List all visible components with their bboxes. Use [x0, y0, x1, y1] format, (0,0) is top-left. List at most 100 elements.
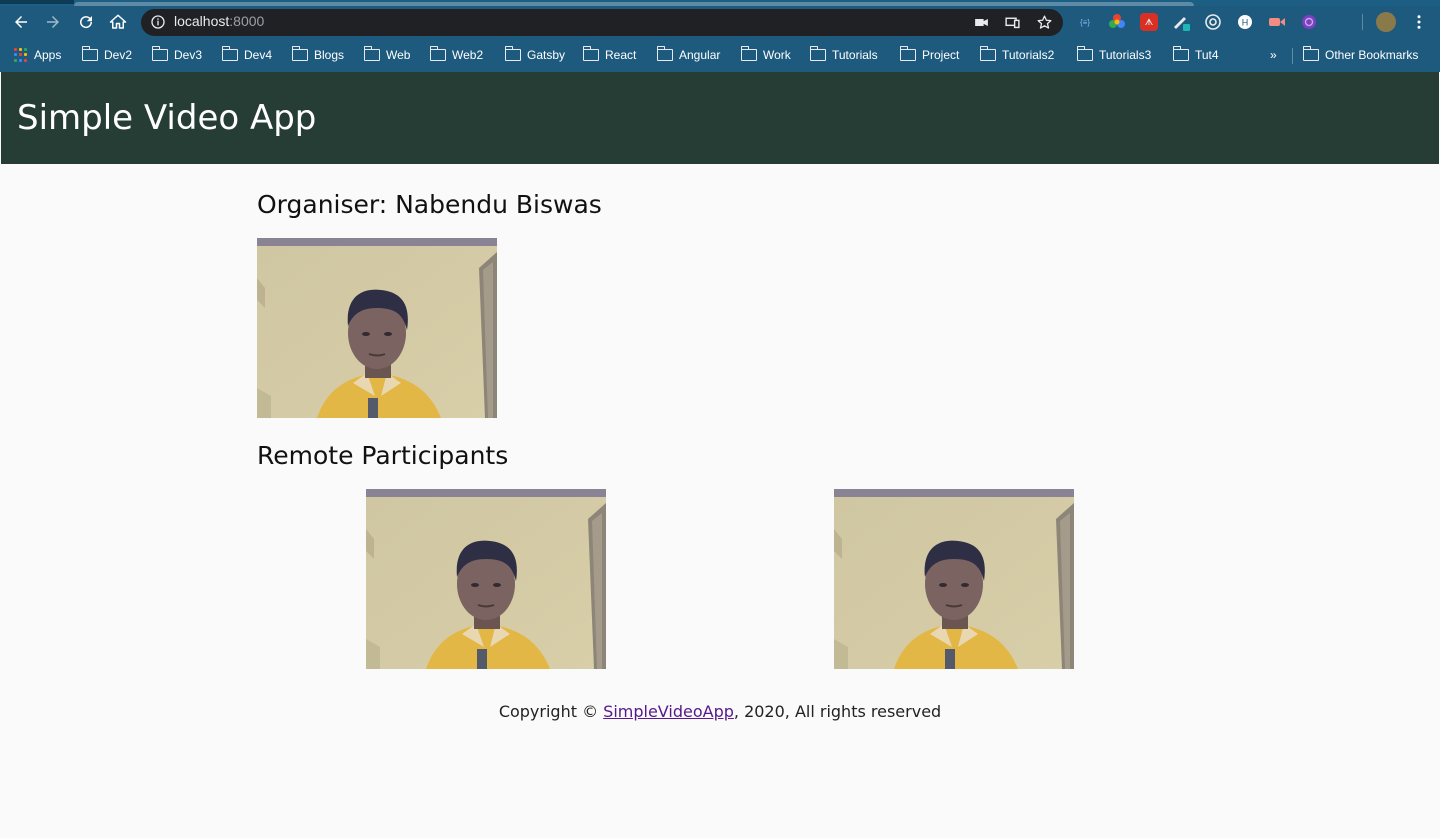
- organiser-heading: Organiser: Nabendu Biswas: [257, 190, 602, 219]
- folder-icon: [1302, 46, 1319, 61]
- bookmark-project[interactable]: Project: [899, 45, 960, 65]
- apps-grid-icon: [14, 48, 28, 62]
- bookmark-label: Tutorials: [832, 48, 878, 62]
- bookmark-label: Web2: [452, 48, 484, 62]
- folder-icon: [740, 46, 757, 61]
- bookmark-label: Work: [763, 48, 791, 62]
- overflow-label: »: [1270, 48, 1277, 62]
- folder-icon: [504, 46, 521, 61]
- redux-extension-icon[interactable]: [1300, 13, 1318, 31]
- bookmark-tutorials[interactable]: Tutorials: [809, 45, 878, 65]
- bookmark-tutorials3[interactable]: Tutorials3: [1076, 45, 1152, 65]
- toolbar-divider: [1362, 14, 1363, 30]
- pen-extension-icon[interactable]: [1172, 13, 1190, 31]
- folder-icon: [656, 46, 673, 61]
- folder-icon: [151, 46, 168, 61]
- folder-icon: [979, 46, 996, 61]
- video-extension-icon[interactable]: [1268, 13, 1286, 31]
- folder-icon: [899, 46, 916, 61]
- camera-icon[interactable]: [973, 14, 990, 31]
- folder-icon: [1076, 46, 1093, 61]
- url-text[interactable]: localhost:8000: [174, 13, 264, 29]
- reload-button[interactable]: [73, 9, 99, 35]
- bookmark-label: Web: [386, 48, 411, 62]
- folder-icon: [291, 46, 308, 61]
- folder-icon: [429, 46, 446, 61]
- home-icon: [109, 14, 127, 29]
- copyright-prefix: Copyright ©: [498, 702, 604, 721]
- copyright-suffix: , 2020, All rights reserved: [733, 702, 942, 721]
- bookmark-gatsby[interactable]: Gatsby: [504, 45, 566, 65]
- svg-text:H: H: [1242, 18, 1249, 28]
- other-bookmarks-button[interactable]: Other Bookmarks: [1302, 45, 1419, 65]
- bookmark-web[interactable]: Web: [363, 45, 411, 65]
- back-button[interactable]: [8, 9, 34, 35]
- target-extension-icon[interactable]: [1204, 13, 1222, 31]
- folder-icon: [809, 46, 826, 61]
- bookmark-angular[interactable]: Angular: [656, 45, 721, 65]
- json-extension-icon[interactable]: {≡}: [1076, 13, 1094, 31]
- remote-participants-heading: Remote Participants: [257, 441, 509, 470]
- menu-button[interactable]: [1406, 9, 1432, 35]
- url-port: :8000: [229, 13, 265, 29]
- bookmarks-divider: [1292, 48, 1293, 64]
- app-header: Simple Video App: [1, 72, 1439, 164]
- bookmark-label: Dev4: [244, 48, 273, 62]
- participant-video[interactable]: [366, 489, 606, 669]
- arrow-right-icon: [47, 16, 59, 28]
- folder-icon: [363, 46, 380, 61]
- bookmark-work[interactable]: Work: [740, 45, 791, 65]
- bookmark-label: Apps: [34, 48, 62, 62]
- kebab-menu-icon: [1417, 15, 1421, 29]
- bookmark-blogs[interactable]: Blogs: [291, 45, 345, 65]
- webcam-frame: [257, 238, 497, 418]
- bookmark-web2[interactable]: Web2: [429, 45, 484, 65]
- bookmark-tut4[interactable]: Tut4: [1172, 45, 1219, 65]
- bookmark-label: React: [605, 48, 637, 62]
- bookmark-dev3[interactable]: Dev3: [151, 45, 203, 65]
- color-picker-extension-icon[interactable]: [1108, 13, 1126, 31]
- bookmarks-bar: » Other Bookmarks Apps Dev2 Dev3 Dev4 Blogs W…: [0, 38, 1440, 72]
- address-bar[interactable]: localhost:8000: [141, 9, 1063, 36]
- bookmark-react[interactable]: React: [582, 45, 637, 65]
- folder-icon: [221, 46, 238, 61]
- reload-icon: [80, 16, 93, 29]
- folder-icon: [582, 46, 599, 61]
- bookmark-label: Tut4: [1195, 48, 1219, 62]
- arrow-left-icon: [15, 16, 27, 28]
- url-host: localhost: [174, 13, 230, 29]
- bookmark-tutorials2[interactable]: Tutorials2: [979, 45, 1055, 65]
- footer: Copyright © SimpleVideoApp, 2020, All ri…: [0, 702, 1440, 721]
- folder-icon: [81, 46, 98, 61]
- bookmark-label: Dev2: [104, 48, 133, 62]
- footer-link[interactable]: SimpleVideoApp: [603, 702, 734, 721]
- angular-devtools-icon[interactable]: ᗑ: [1140, 13, 1158, 31]
- bookmark-label: Gatsby: [527, 48, 566, 62]
- home-button[interactable]: [105, 9, 131, 35]
- forward-button[interactable]: [40, 9, 66, 35]
- folder-icon: [1172, 46, 1189, 61]
- info-icon[interactable]: [150, 14, 166, 30]
- bookmark-label: Tutorials2: [1002, 48, 1055, 62]
- star-icon[interactable]: [1036, 14, 1053, 31]
- browser-toolbar: localhost:8000 {≡} ᗑ H: [0, 6, 1440, 38]
- webcam-frame: [366, 489, 606, 669]
- bookmark-label: Project: [922, 48, 960, 62]
- participant-video[interactable]: [834, 489, 1074, 669]
- avatar[interactable]: [1376, 12, 1396, 32]
- bookmark-apps[interactable]: Apps: [14, 45, 61, 65]
- bookmark-dev4[interactable]: Dev4: [221, 45, 273, 65]
- bookmarks-overflow-button[interactable]: »: [1270, 45, 1277, 65]
- app-title: Simple Video App: [17, 98, 317, 138]
- hover-extension-icon[interactable]: H: [1236, 13, 1254, 31]
- bookmark-label: Angular: [679, 48, 721, 62]
- bookmark-label: Dev3: [174, 48, 203, 62]
- cast-icon[interactable]: [1004, 14, 1021, 31]
- bookmark-dev2[interactable]: Dev2: [81, 45, 133, 65]
- webcam-frame: [834, 489, 1074, 669]
- bookmark-label: Tutorials3: [1099, 48, 1152, 62]
- bookmark-label: Blogs: [314, 48, 345, 62]
- organiser-video[interactable]: [257, 238, 497, 418]
- active-tab-edge[interactable]: [0, 0, 74, 4]
- other-bookmarks-label: Other Bookmarks: [1325, 48, 1419, 62]
